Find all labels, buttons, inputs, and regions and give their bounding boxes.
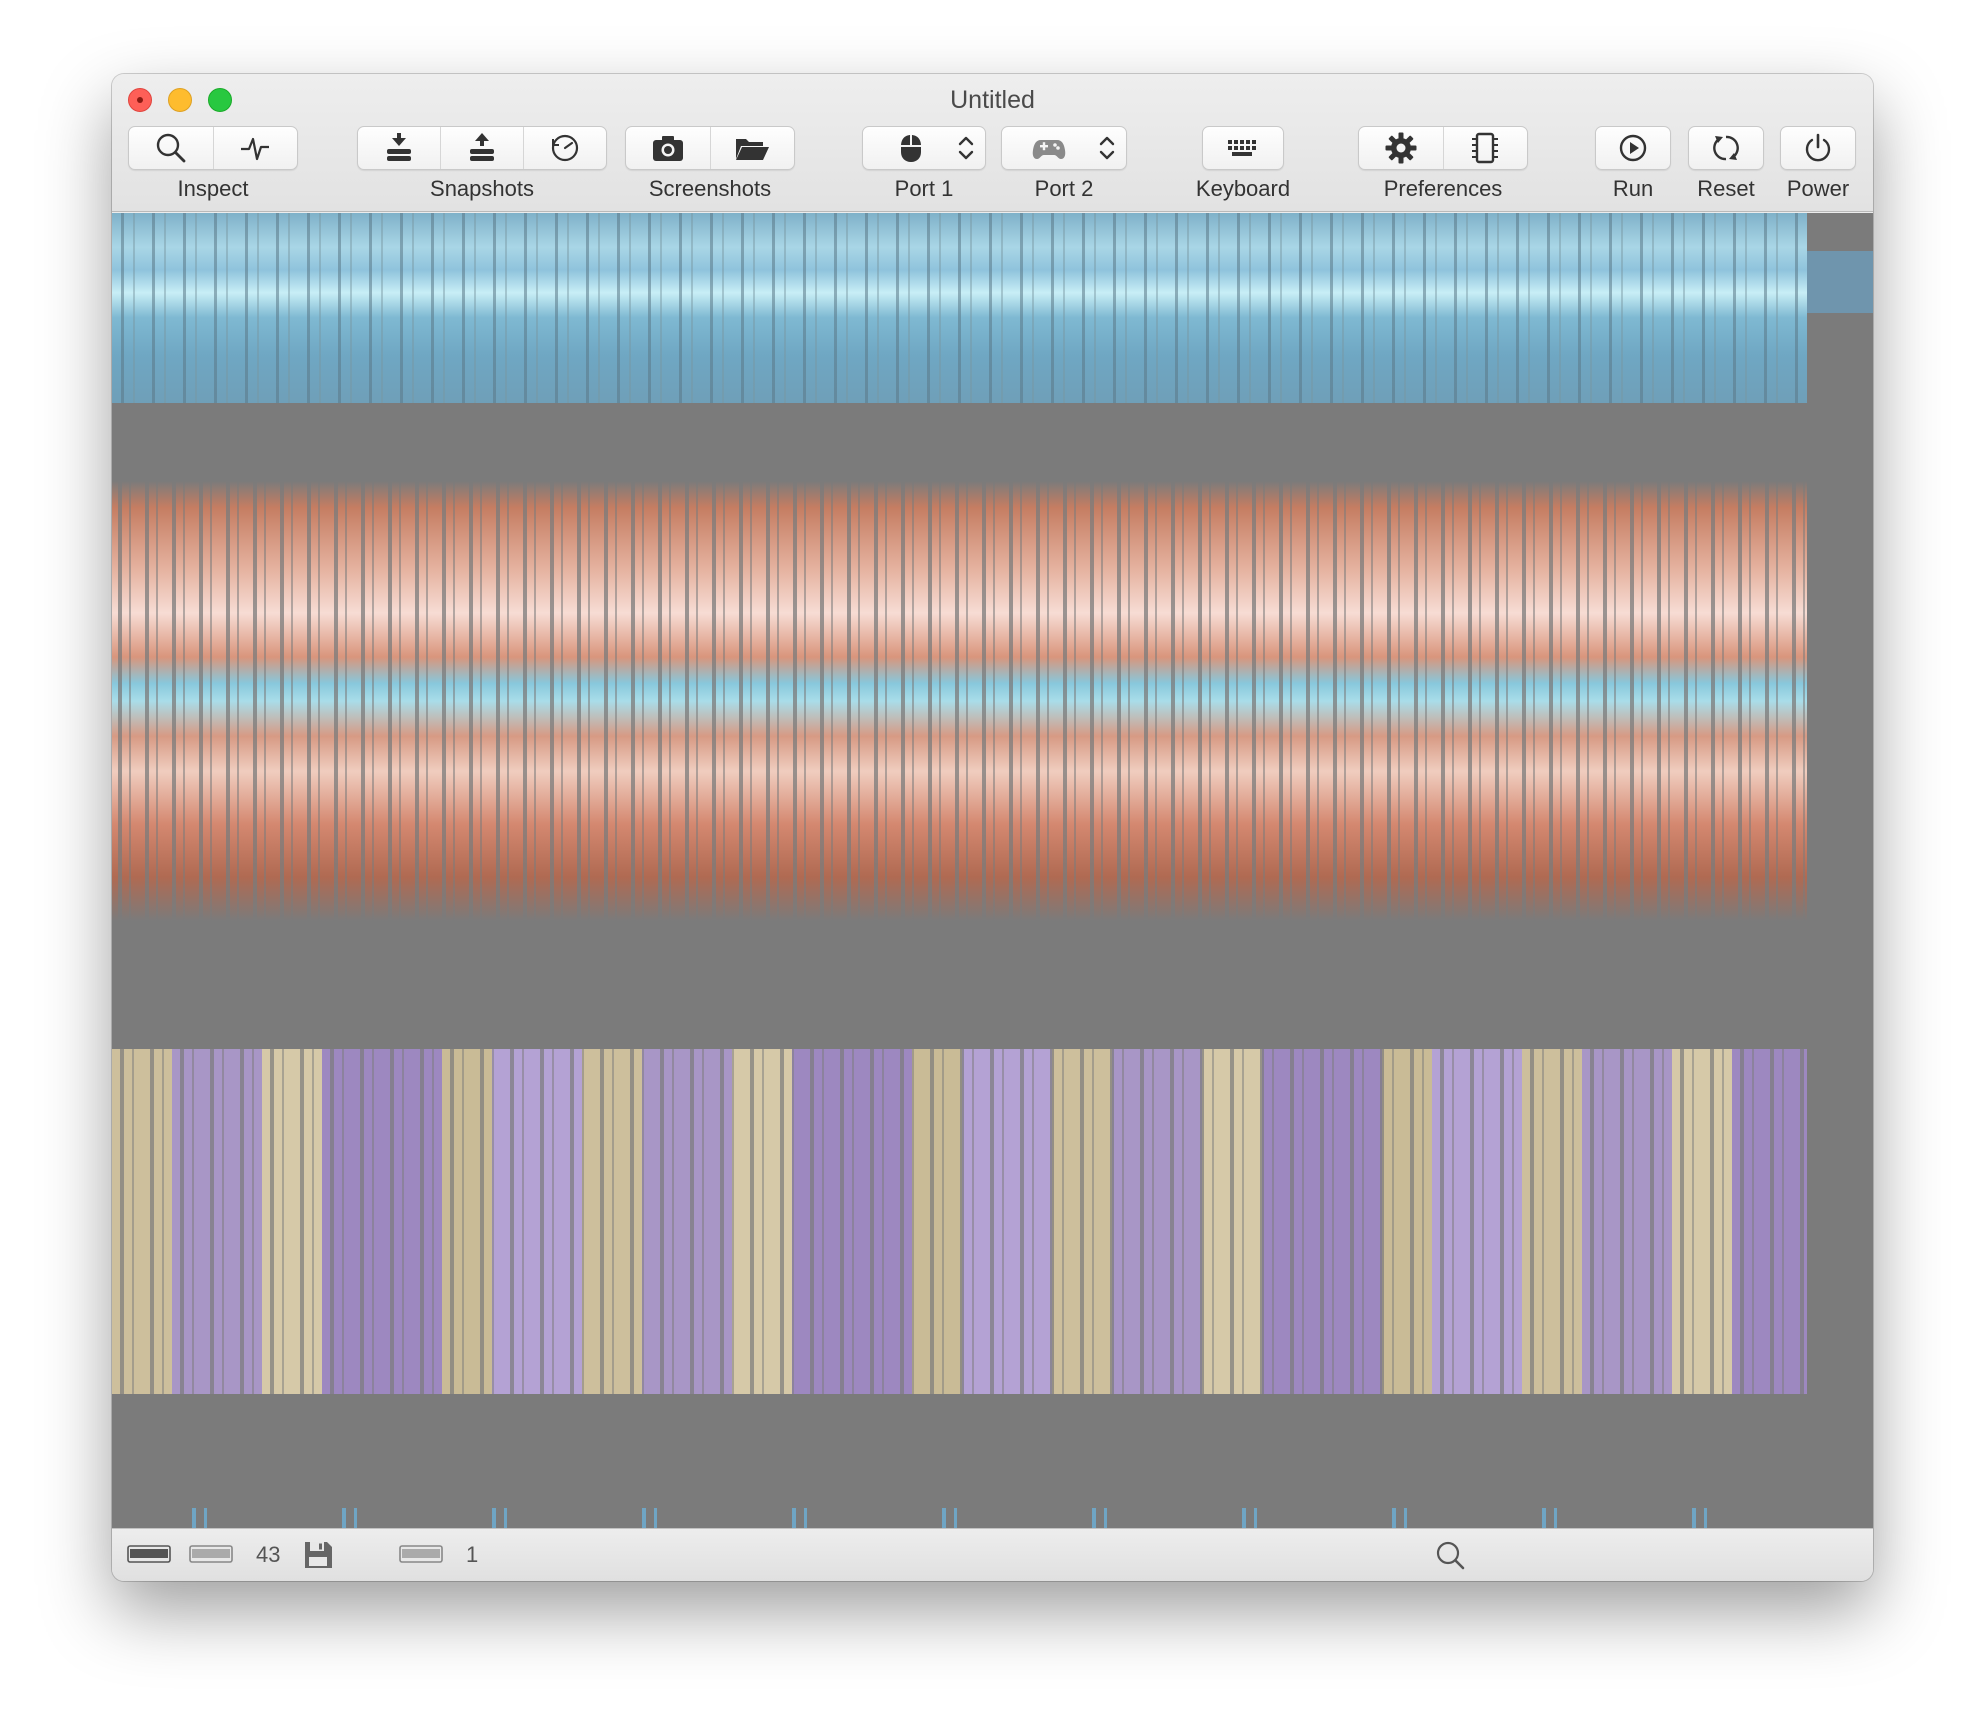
run-label: Run	[1612, 176, 1654, 201]
magnifier-icon	[156, 133, 186, 163]
screen-band-bottom	[112, 1508, 1807, 1528]
power-group	[1780, 126, 1856, 170]
inspect-label: Inspect	[177, 176, 249, 201]
reset-icon	[1713, 135, 1739, 161]
chip-icon	[1472, 132, 1499, 164]
snapshots-group	[357, 126, 607, 170]
inspect-group	[128, 126, 298, 170]
take-snapshot-button[interactable]	[358, 127, 441, 169]
screenshots-group	[625, 126, 795, 170]
screen-band-purple	[112, 1049, 1807, 1394]
power-button[interactable]	[1781, 127, 1855, 169]
updown-chevron-icon	[958, 136, 974, 160]
drive-count: 43	[256, 1542, 281, 1567]
drive-icon[interactable]	[188, 1539, 234, 1569]
emulator-window: Untitled Inspect Snapshots Screenshots P…	[112, 74, 1873, 1581]
snapshot-save-icon	[387, 133, 411, 161]
screen-band-cyan-tail	[1807, 251, 1873, 313]
preferences-button[interactable]	[1359, 127, 1444, 169]
browse-snapshots-button[interactable]	[524, 127, 606, 169]
gamepad-icon	[1032, 140, 1066, 159]
port2-popup[interactable]	[1001, 126, 1127, 170]
screen-band-cyan	[112, 213, 1807, 403]
keyboard-icon	[1228, 140, 1256, 156]
gear-icon	[1385, 132, 1417, 164]
keyboard-button[interactable]	[1203, 127, 1283, 169]
browse-screenshots-button[interactable]	[711, 127, 795, 169]
reset-label: Reset	[1697, 176, 1755, 201]
updown-chevron-icon	[1099, 136, 1115, 160]
zoom-icon[interactable]	[1434, 1539, 1468, 1573]
inspect-button[interactable]	[129, 127, 214, 169]
take-screenshot-button[interactable]	[626, 127, 711, 169]
screenshots-label: Screenshots	[648, 176, 772, 201]
emulator-screen[interactable]	[112, 213, 1873, 1528]
power-icon	[1805, 133, 1831, 162]
preferences-group	[1358, 126, 1528, 170]
title-toolbar: Untitled Inspect Snapshots Screenshots P…	[112, 74, 1873, 212]
play-icon	[1619, 134, 1647, 162]
restore-snapshot-button[interactable]	[441, 127, 524, 169]
folder-icon	[736, 139, 770, 160]
disk-save-icon[interactable]	[302, 1539, 334, 1571]
waveform-icon	[241, 137, 270, 161]
port1-label: Port 1	[894, 176, 954, 201]
mouse-icon	[901, 135, 921, 162]
port2-label: Port 2	[1034, 176, 1094, 201]
snapshot-restore-icon	[470, 133, 494, 161]
keyboard-label: Keyboard	[1195, 176, 1291, 201]
snapshots-label: Snapshots	[430, 176, 534, 201]
run-button[interactable]	[1596, 127, 1670, 169]
camera-icon	[652, 136, 683, 161]
keyboard-group	[1202, 126, 1284, 170]
screen-band-orange	[112, 481, 1807, 921]
monitor-button[interactable]	[214, 127, 298, 169]
power-label: Power	[1786, 176, 1850, 201]
status-bar: 43 1	[112, 1528, 1873, 1581]
reset-group	[1688, 126, 1764, 170]
cartridge-icon[interactable]	[398, 1539, 444, 1569]
run-group	[1595, 126, 1671, 170]
hardware-button[interactable]	[1444, 127, 1528, 169]
port1-popup[interactable]	[862, 126, 986, 170]
reset-button[interactable]	[1689, 127, 1763, 169]
drive-led-icon[interactable]	[126, 1539, 172, 1569]
disk-count: 1	[466, 1542, 479, 1567]
preferences-label: Preferences	[1383, 176, 1503, 201]
window-title: Untitled	[950, 86, 1035, 114]
snapshot-timer-icon	[551, 134, 579, 162]
